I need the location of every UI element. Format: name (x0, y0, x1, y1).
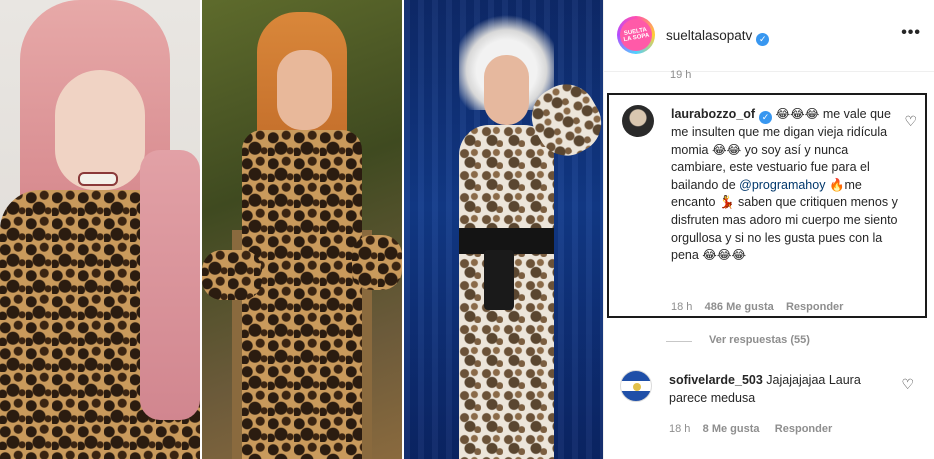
more-horizontal-icon[interactable]: ••• (901, 24, 921, 42)
account-username[interactable]: sueltalasopatv (666, 28, 752, 43)
photo-panel-2 (202, 0, 402, 459)
comment-username-2[interactable]: sofivelarde_503 (669, 373, 763, 387)
featured-comment: laurabozzo_of ✓ 😂😂😂 me vale que me insult… (607, 93, 927, 318)
replies-divider (666, 341, 692, 342)
reply-button[interactable]: Responder (786, 301, 843, 313)
account-username-row[interactable]: sueltalasopatv ✓ (666, 28, 770, 46)
comment-likes-2[interactable]: 8 Me gusta (703, 423, 760, 435)
commenter-avatar[interactable] (622, 105, 654, 137)
view-replies-button[interactable]: Ver respuestas (55) (709, 334, 810, 346)
commenter-avatar-flag[interactable] (620, 370, 652, 402)
post-image-collage[interactable] (0, 0, 603, 459)
comment-meta-2: 18 h 8 Me gusta Responder (669, 423, 832, 435)
verified-badge-icon: ✓ (759, 111, 773, 124)
reply-button-2[interactable]: Responder (775, 423, 832, 435)
photo-panel-1 (0, 0, 200, 459)
flag-seal-icon (633, 383, 641, 391)
belt-sash (484, 250, 514, 310)
comment-mention-link[interactable]: @programahoy (739, 178, 825, 192)
photo-panel-3 (404, 0, 603, 459)
account-avatar[interactable]: SUELTA LA SOPA (617, 16, 655, 54)
comment-body-2: sofivelarde_503 Jajajajajaa Laura parece… (669, 372, 894, 407)
instagram-post-view: SUELTA LA SOPA sueltalasopatv ✓ ••• 19 h … (0, 0, 934, 459)
leopard-glove-left (202, 250, 262, 300)
face (484, 55, 529, 125)
comment-body: laurabozzo_of ✓ 😂😂😂 me vale que me insult… (671, 106, 899, 265)
heart-outline-icon[interactable]: ♡ (901, 377, 914, 393)
logo-text: SUELTA LA SOPA (623, 27, 650, 44)
comments-panel: SUELTA LA SOPA sueltalasopatv ✓ ••• 19 h … (603, 0, 934, 459)
logo-badge: SUELTA LA SOPA (620, 19, 652, 51)
previous-comment-time: 19 h (670, 69, 692, 81)
post-header: SUELTA LA SOPA sueltalasopatv ✓ ••• (604, 0, 934, 72)
comment-meta: 18 h 486 Me gusta Responder (671, 301, 843, 313)
heart-outline-icon[interactable]: ♡ (904, 114, 917, 130)
long-hair-strand (140, 150, 200, 420)
leopard-glove-right (352, 235, 402, 290)
leopard-outfit-2 (242, 130, 362, 459)
face (277, 50, 332, 130)
comment-time-2: 18 h (669, 423, 691, 435)
comment-time: 18 h (671, 301, 693, 313)
teeth (78, 172, 118, 186)
comment-username[interactable]: laurabozzo_of (671, 107, 755, 121)
comment-likes[interactable]: 486 Me gusta (705, 301, 774, 313)
verified-badge-icon: ✓ (756, 33, 770, 46)
